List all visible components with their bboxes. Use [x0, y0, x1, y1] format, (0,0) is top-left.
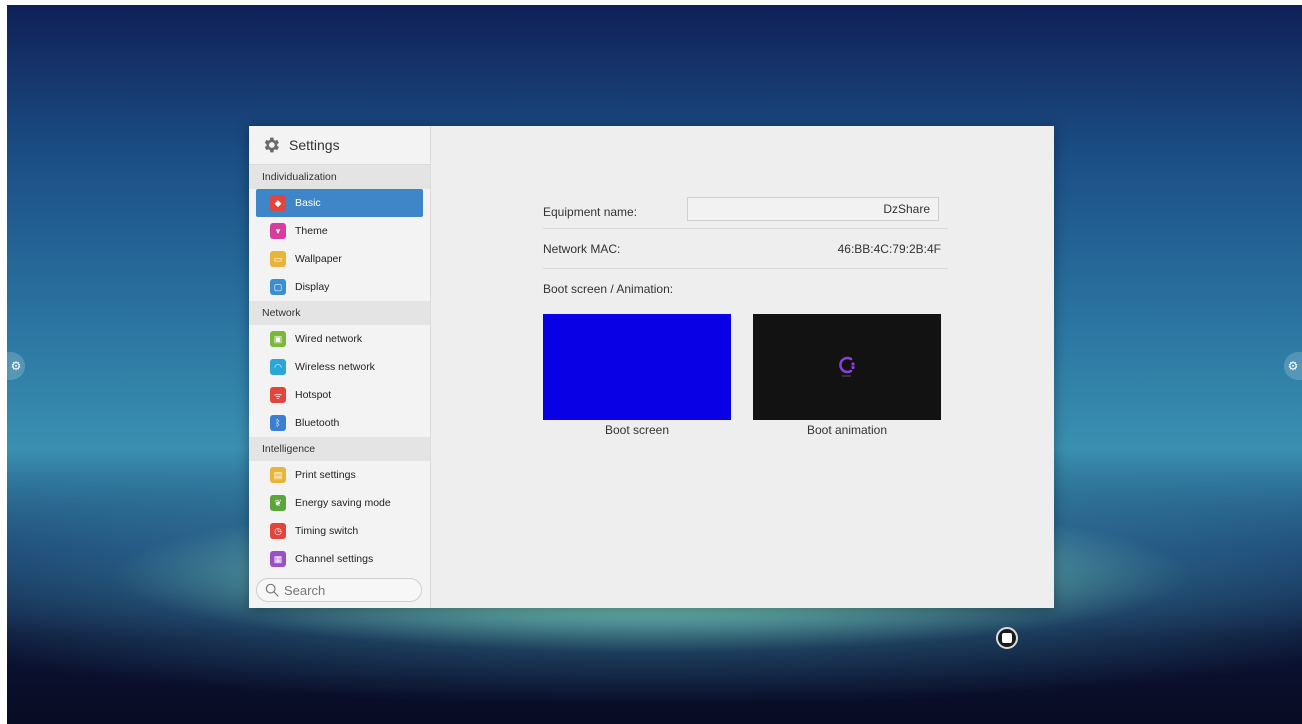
boot-animation-caption: Boot animation — [806, 423, 888, 437]
monitor-icon: ▢ — [270, 279, 286, 295]
section-individualization: Individualization — [249, 165, 430, 189]
basic-settings-panel: Equipment name: Network MAC: 46:BB:4C:79… — [431, 126, 1054, 608]
sidebar-item-timing-switch[interactable]: ◷ Timing switch — [256, 517, 423, 545]
sidebar-item-label: Basic — [295, 197, 321, 209]
floating-home-button[interactable] — [996, 627, 1018, 649]
square-icon — [1002, 633, 1012, 643]
sidebar-item-theme[interactable]: ▾ Theme — [256, 217, 423, 245]
sidebar-item-label: Print settings — [295, 469, 356, 481]
ethernet-icon: ▣ — [270, 331, 286, 347]
sidebar-item-hotspot[interactable]: ᯤ Hotspot — [256, 381, 423, 409]
sidebar-item-label: Wired network — [295, 333, 363, 345]
boot-screen-animation-label: Boot screen / Animation: — [543, 282, 674, 296]
sidebar-item-basic[interactable]: ◆ Basic — [256, 189, 423, 217]
settings-title: Settings — [289, 137, 340, 153]
sidebar-item-label: Energy saving mode — [295, 497, 391, 509]
clock-icon: ◷ — [270, 523, 286, 539]
equipment-name-field[interactable] — [687, 197, 939, 221]
sidebar-item-label: Hotspot — [295, 389, 332, 401]
boot-screen-caption: Boot screen — [604, 423, 670, 437]
sidebar-item-channel-settings[interactable]: ▦ Channel settings — [256, 545, 423, 573]
shirt-icon: ▾ — [270, 223, 286, 239]
hotspot-icon: ᯤ — [270, 387, 286, 403]
bluetooth-icon: ᛒ — [270, 415, 286, 431]
channel-icon: ▦ — [270, 551, 286, 567]
search-input[interactable] — [284, 582, 404, 598]
gear-small-icon: ⚙ — [1287, 359, 1299, 373]
sidebar-item-label: Channel settings — [295, 553, 374, 565]
sidebar-item-label: Wallpaper — [295, 253, 342, 265]
sidebar-item-label: Wireless network — [295, 361, 375, 373]
equipment-name-row: Equipment name: — [543, 196, 948, 229]
sidebar-item-wired-network[interactable]: ▣ Wired network — [256, 325, 423, 353]
sidebar-search[interactable] — [256, 578, 422, 602]
sidebar-item-label: Theme — [295, 225, 328, 237]
settings-sidebar: Settings Individualization ◆ Basic ▾ The… — [249, 126, 431, 608]
boot-screen-thumbnail[interactable] — [543, 314, 731, 420]
sidebar-item-display[interactable]: ▢ Display — [256, 273, 423, 301]
network-mac-value: 46:BB:4C:79:2B:4F — [837, 241, 941, 256]
boot-animation-thumbnail[interactable] — [753, 314, 941, 420]
search-icon — [265, 583, 279, 597]
sidebar-item-label: Bluetooth — [295, 417, 340, 429]
sidebar-item-wireless-network[interactable]: ◠ Wireless network — [256, 353, 423, 381]
sidebar-header: Settings — [249, 126, 430, 165]
section-network: Network — [249, 301, 430, 325]
wifi-icon: ◠ — [270, 359, 286, 375]
printer-icon: ▤ — [270, 467, 286, 483]
sidebar-item-bluetooth[interactable]: ᛒ Bluetooth — [256, 409, 423, 437]
sidebar-item-wallpaper[interactable]: ▭ Wallpaper — [256, 245, 423, 273]
sidebar-item-energy-saving-mode[interactable]: ❦ Energy saving mode — [256, 489, 423, 517]
leaf-icon: ❦ — [270, 495, 286, 511]
loading-spinner-icon — [839, 356, 855, 377]
sidebar-item-print-settings[interactable]: ▤ Print settings — [256, 461, 423, 489]
layers-icon: ◆ — [270, 195, 286, 211]
gear-icon — [264, 137, 279, 153]
network-mac-row: Network MAC: 46:BB:4C:79:2B:4F — [543, 229, 948, 269]
settings-window: Settings Individualization ◆ Basic ▾ The… — [249, 126, 1054, 608]
image-icon: ▭ — [270, 251, 286, 267]
section-intelligence: Intelligence — [249, 437, 430, 461]
sidebar-item-label: Display — [295, 281, 330, 293]
sidebar-item-label: Timing switch — [295, 525, 359, 537]
gear-small-icon: ⚙ — [10, 359, 22, 373]
